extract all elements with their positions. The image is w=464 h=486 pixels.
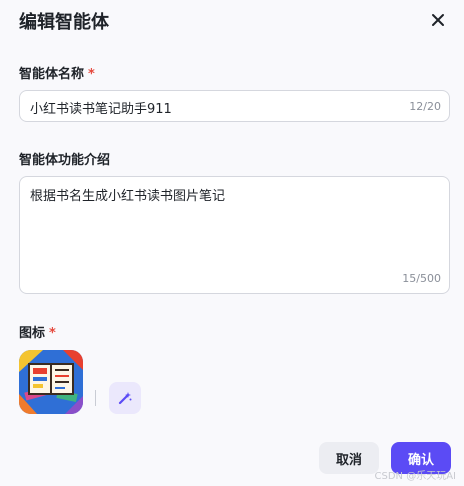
cancel-button[interactable]: 取消	[319, 442, 379, 474]
close-icon[interactable]	[428, 10, 448, 30]
agent-icon-image[interactable]	[19, 350, 83, 414]
agent-description-value: 根据书名生成小红书读书图片笔记	[30, 189, 226, 204]
agent-name-value: 小红书读书笔记助手911	[30, 102, 172, 117]
dialog-title: 编辑智能体	[19, 12, 109, 33]
agent-name-input[interactable]: 小红书读书笔记助手911 12/20	[19, 90, 450, 122]
name-label: 智能体名称 *	[19, 67, 95, 82]
edit-agent-dialog: 编辑智能体 智能体名称 * 小红书读书笔记助手911 12/20 智能体功能介绍 …	[0, 0, 464, 486]
divider	[95, 390, 96, 406]
agent-description-textarea[interactable]: 根据书名生成小红书读书图片笔记 15/500	[19, 176, 450, 294]
ai-generate-icon-button[interactable]	[109, 382, 141, 414]
name-char-counter: 12/20	[409, 100, 441, 113]
watermark: CSDN @乐天玩AI	[374, 471, 456, 482]
required-mark: *	[88, 67, 95, 82]
description-char-counter: 15/500	[402, 272, 441, 285]
description-label: 智能体功能介绍	[19, 153, 111, 168]
required-mark: *	[49, 326, 56, 341]
sparkle-wand-icon	[118, 392, 132, 405]
icon-label: 图标 *	[19, 326, 56, 341]
